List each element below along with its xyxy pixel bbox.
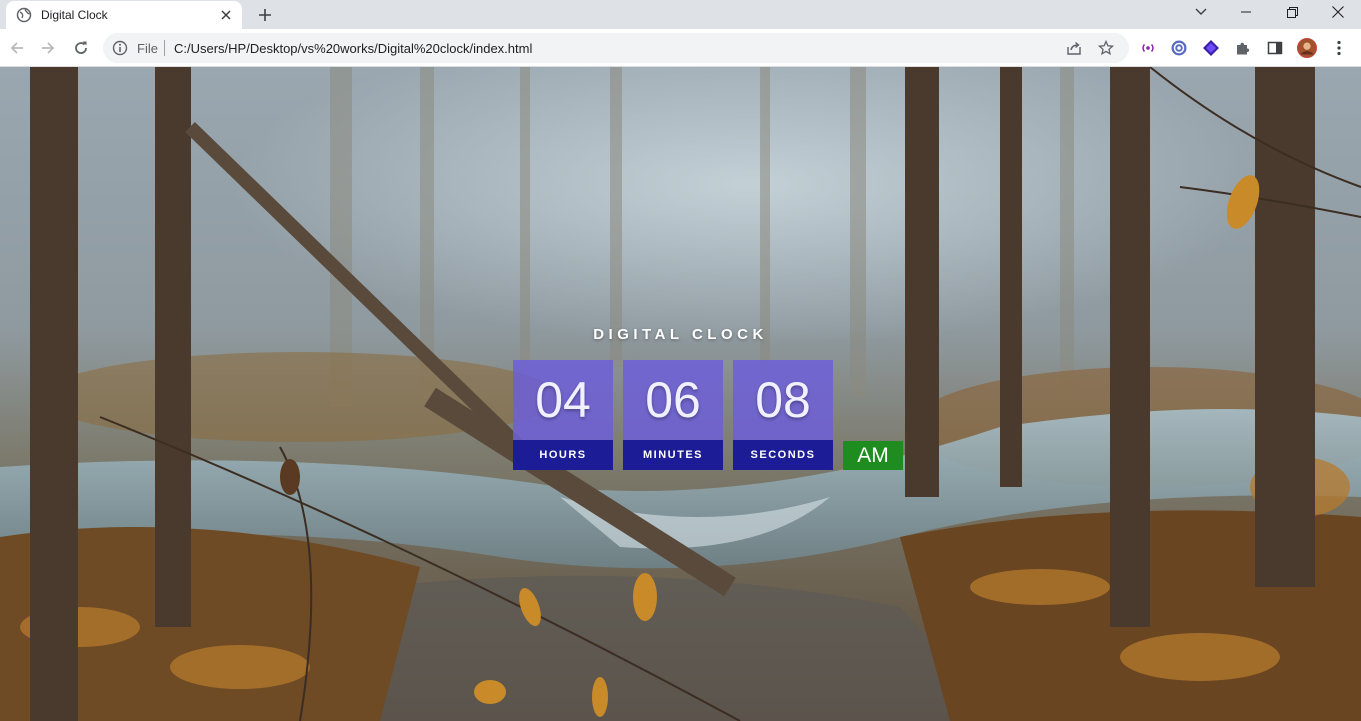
tab-title: Digital Clock xyxy=(41,8,108,22)
globe-icon xyxy=(16,7,32,23)
circle-extension-icon[interactable] xyxy=(1169,38,1189,58)
broadcast-extension-icon[interactable] xyxy=(1138,38,1158,58)
profile-avatar[interactable] xyxy=(1297,38,1317,58)
browser-toolbar: File C:/Users/HP/Desktop/vs%20works/Digi… xyxy=(0,29,1361,67)
scheme-label: File xyxy=(137,41,158,56)
tab-close-icon[interactable] xyxy=(218,7,234,23)
address-separator xyxy=(164,40,165,56)
url-text[interactable]: C:/Users/HP/Desktop/vs%20works/Digital%2… xyxy=(174,41,532,56)
bookmark-star-icon[interactable] xyxy=(1097,39,1115,57)
seconds-unit: 08 SECONDS xyxy=(733,360,833,470)
minimize-button[interactable] xyxy=(1223,0,1269,24)
hours-unit: 04 HOURS xyxy=(513,360,613,470)
browser-tab[interactable]: Digital Clock xyxy=(6,1,242,29)
diamond-extension-icon[interactable] xyxy=(1201,38,1221,58)
hours-value: 04 xyxy=(513,360,613,440)
minutes-value: 06 xyxy=(623,360,723,440)
tab-strip: Digital Clock xyxy=(0,0,1361,29)
reload-button[interactable] xyxy=(67,34,95,62)
am-pm-badge: AM xyxy=(843,441,903,470)
minutes-label: MINUTES xyxy=(623,440,723,470)
page-viewport: DIGITAL CLOCK 04 HOURS 06 MINUTES 08 SEC… xyxy=(0,67,1361,721)
side-panel-icon[interactable] xyxy=(1265,38,1285,58)
more-menu-icon[interactable] xyxy=(1329,38,1349,58)
seconds-value: 08 xyxy=(733,360,833,440)
address-bar[interactable]: File C:/Users/HP/Desktop/vs%20works/Digi… xyxy=(103,33,1129,63)
tab-search-icon[interactable] xyxy=(1178,0,1224,24)
minutes-unit: 06 MINUTES xyxy=(623,360,723,470)
seconds-label: SECONDS xyxy=(733,440,833,470)
site-info-icon[interactable] xyxy=(112,40,128,56)
hours-label: HOURS xyxy=(513,440,613,470)
page-title: DIGITAL CLOCK xyxy=(593,326,768,343)
extensions-puzzle-icon[interactable] xyxy=(1233,38,1253,58)
restore-button[interactable] xyxy=(1269,0,1315,24)
forward-button[interactable] xyxy=(34,34,62,62)
share-icon[interactable] xyxy=(1065,39,1083,57)
back-button[interactable] xyxy=(3,34,31,62)
new-tab-button[interactable] xyxy=(254,4,276,26)
close-window-button[interactable] xyxy=(1315,0,1361,24)
